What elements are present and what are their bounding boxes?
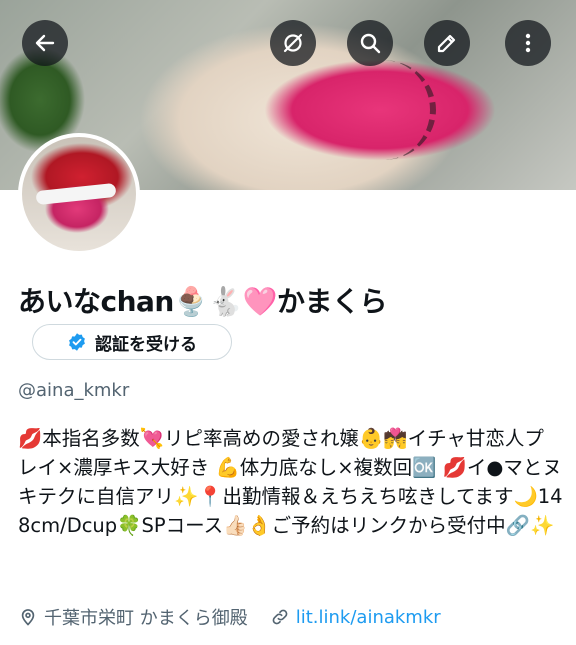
get-verified-button[interactable]: 認証を受ける: [32, 324, 232, 360]
profile-meta: 千葉市栄町 かまくら御殿 lit.link/ainakmkr: [18, 604, 441, 630]
link-icon: [272, 609, 288, 625]
more-button[interactable]: [505, 20, 551, 66]
avatar[interactable]: [18, 133, 140, 255]
more-vertical-icon: [525, 33, 531, 53]
get-verified-label: 認証を受ける: [95, 334, 197, 355]
profile-bio: 💋本指名多数💘リピ率高めの愛され嬢👶💏イチャ甘恋人プレイ×濃厚キス大好き 💪体力…: [18, 427, 563, 537]
back-arrow-icon: [35, 34, 55, 52]
search-icon: [360, 33, 381, 54]
location-pin-icon: [21, 609, 35, 626]
verified-badge-icon: [69, 333, 85, 351]
banner-detail: [330, 60, 436, 160]
edit-pencil-icon: [437, 34, 456, 53]
grok-button[interactable]: [270, 20, 316, 66]
display-name: あいなchan🍨🐇🩷かまくら: [18, 285, 387, 318]
back-button[interactable]: [22, 20, 68, 66]
profile-link[interactable]: lit.link/ainakmkr: [296, 607, 441, 628]
location-text: 千葉市栄町 かまくら御殿: [44, 608, 248, 629]
avatar-detail: [35, 182, 117, 206]
user-handle: @aina_kmkr: [18, 380, 130, 401]
edit-button[interactable]: [424, 20, 470, 66]
grok-icon: [283, 33, 303, 53]
search-button[interactable]: [347, 20, 393, 66]
